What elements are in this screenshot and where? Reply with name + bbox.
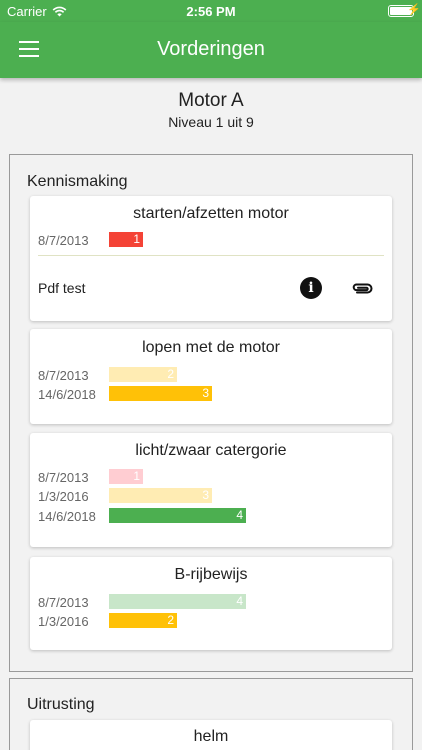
progress-value: 2 (167, 613, 174, 627)
card-title: B-rijbewijs (174, 566, 248, 583)
progress-row: 1/3/2016 2 (38, 613, 378, 629)
skill-card-lopen[interactable]: lopen met de motor 8/7/2013 2 14/6/2018 … (30, 329, 392, 424)
section-uitrusting: Uitrusting helm (9, 678, 413, 750)
app-title: Vorderingen (157, 38, 265, 60)
level-subtitle: Niveau 1 uit 9 (168, 114, 254, 130)
skill-card-b-rijbewijs[interactable]: B-rijbewijs 8/7/2013 4 1/3/2016 2 (30, 557, 392, 650)
progress-value: 4 (236, 508, 243, 522)
progress-date: 14/6/2018 (38, 509, 96, 524)
progress-row: 1/3/2016 3 (38, 488, 378, 504)
progress-value: 3 (202, 488, 209, 502)
progress-date: 8/7/2013 (38, 368, 89, 383)
clock: 2:56 PM (186, 4, 236, 19)
progress-date: 8/7/2013 (38, 470, 89, 485)
progress-row: 8/7/2013 2 (38, 367, 378, 383)
progress-date: 1/3/2016 (38, 489, 89, 504)
card-title: lopen met de motor (142, 339, 280, 356)
skill-card-starten[interactable]: starten/afzetten motor 8/7/2013 1 Pdf te… (30, 196, 392, 321)
progress-bar: 2 (109, 613, 177, 628)
paperclip-icon[interactable] (350, 279, 374, 297)
progress-value: 2 (167, 367, 174, 381)
progress-value: 1 (133, 232, 140, 246)
progress-row: 8/7/2013 1 (38, 232, 378, 248)
status-bar: Carrier 2:56 PM ⚡ (0, 0, 422, 22)
charging-icon: ⚡ (407, 4, 421, 16)
progress-date: 8/7/2013 (38, 595, 89, 610)
card-title: helm (193, 728, 229, 745)
divider (38, 255, 384, 256)
attachment-row[interactable]: Pdf test i (38, 274, 384, 302)
progress-date: 8/7/2013 (38, 233, 89, 248)
progress-bar: 3 (109, 488, 212, 503)
attachment-name: Pdf test (38, 280, 86, 296)
progress-row: 8/7/2013 1 (38, 469, 378, 485)
section-title: Uitrusting (27, 696, 95, 713)
section-title: Kennismaking (27, 173, 128, 190)
skill-card-helm[interactable]: helm (30, 720, 392, 750)
progress-bar: 1 (109, 469, 143, 484)
progress-row: 8/7/2013 4 (38, 594, 378, 610)
info-icon[interactable]: i (300, 277, 322, 299)
card-title: licht/zwaar catergorie (135, 442, 287, 459)
page-title: Motor A (178, 90, 244, 111)
progress-row: 14/6/2018 3 (38, 386, 378, 402)
progress-value: 4 (236, 594, 243, 608)
progress-bar: 1 (109, 232, 143, 247)
app-bar: Vorderingen (0, 22, 422, 78)
progress-bar: 2 (109, 367, 177, 382)
progress-bar: 4 (109, 594, 246, 609)
progress-date: 1/3/2016 (38, 614, 89, 629)
progress-bar: 3 (109, 386, 212, 401)
section-kennismaking: Kennismaking starten/afzetten motor 8/7/… (9, 154, 413, 672)
card-title: starten/afzetten motor (133, 205, 289, 222)
progress-value: 1 (133, 469, 140, 483)
skill-card-licht-zwaar[interactable]: licht/zwaar catergorie 8/7/2013 1 1/3/20… (30, 433, 392, 547)
progress-value: 3 (202, 386, 209, 400)
progress-date: 14/6/2018 (38, 387, 96, 402)
progress-row: 14/6/2018 4 (38, 508, 378, 524)
progress-bar: 4 (109, 508, 246, 523)
